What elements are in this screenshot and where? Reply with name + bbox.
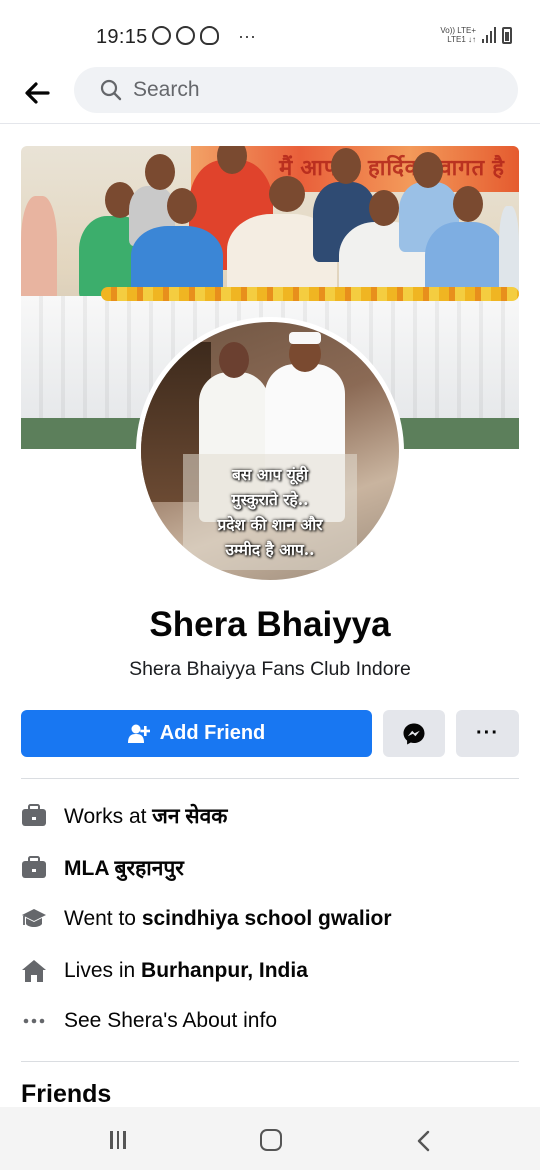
cover-person — [499, 206, 519, 296]
profile-picture[interactable]: बस आप यूंही मुस्कुराते रहे.. प्रदेश की श… — [136, 317, 404, 585]
notification-icon — [152, 26, 171, 45]
intro-position-row[interactable]: MLA बुरहानपुर — [21, 852, 184, 884]
more-dots-icon — [21, 1008, 47, 1034]
friends-heading: Friends — [21, 1080, 112, 1108]
system-navigation-bar — [0, 1107, 540, 1170]
intro-work-row[interactable]: Works at जन सेवक — [21, 800, 227, 832]
divider — [21, 778, 519, 779]
add-friend-button[interactable]: Add Friend — [21, 710, 372, 757]
notification-icon — [176, 26, 195, 45]
status-bar: 19:15 ··· Vo)) LTE+ LTE1 ↓↑ — [0, 0, 540, 70]
back-chevron-icon[interactable] — [414, 1129, 434, 1153]
cover-person-head — [269, 176, 305, 212]
cover-person — [21, 196, 57, 306]
cover-person-head — [453, 186, 483, 222]
notification-icon — [200, 26, 219, 45]
intro-education-row[interactable]: Went to scindhiya school gwalior — [21, 903, 392, 935]
notification-icons: ··· — [152, 26, 256, 45]
battery-icon — [502, 26, 512, 44]
profile-picture-cap — [289, 332, 321, 344]
cover-person-head — [331, 148, 361, 184]
profile-picture-quote: बस आप यूंही मुस्कुराते रहे.. प्रदेश की श… — [183, 454, 357, 570]
signal-icon — [482, 27, 496, 43]
network-label: Vo)) LTE+ LTE1 ↓↑ — [440, 26, 476, 44]
home-icon — [21, 958, 47, 984]
cover-person-head — [145, 154, 175, 190]
more-notifications-icon: ··· — [238, 25, 256, 46]
more-options-button[interactable]: ··· — [456, 710, 519, 757]
school-link[interactable]: scindhiya school gwalior — [142, 907, 392, 930]
home-button-icon[interactable] — [260, 1129, 282, 1151]
recent-apps-icon[interactable] — [110, 1131, 130, 1151]
profile-picture-head — [219, 342, 249, 378]
add-friend-label: Add Friend — [159, 722, 266, 744]
briefcase-icon — [21, 855, 47, 881]
profile-name: Shera Bhaiyya — [149, 605, 391, 644]
add-friend-icon — [127, 724, 150, 743]
cover-person-head — [369, 190, 399, 226]
cover-flowers — [101, 287, 519, 301]
see-about-info-row[interactable]: See Shera's About info — [21, 1005, 277, 1037]
cover-person-head — [167, 188, 197, 224]
back-arrow-icon[interactable] — [22, 78, 52, 108]
position-link[interactable]: MLA बुरहानपुर — [64, 857, 184, 880]
divider — [21, 1061, 519, 1062]
status-right: Vo)) LTE+ LTE1 ↓↑ — [440, 26, 512, 44]
search-placeholder: Search — [133, 78, 200, 101]
search-input[interactable]: Search — [74, 67, 518, 113]
profile-subtitle: Shera Bhaiyya Fans Club Indore — [129, 658, 411, 680]
workplace-link[interactable]: जन सेवक — [152, 805, 227, 828]
intro-location-row[interactable]: Lives in Burhanpur, India — [21, 955, 308, 987]
top-bar: Search — [0, 66, 540, 124]
messenger-icon — [403, 723, 425, 744]
cover-person-head — [413, 152, 443, 188]
briefcase-icon — [21, 803, 47, 829]
graduation-cap-icon — [21, 906, 47, 932]
messenger-button[interactable] — [383, 710, 445, 757]
profile-picture-image: बस आप यूंही मुस्कुराते रहे.. प्रदेश की श… — [141, 322, 399, 580]
status-time: 19:15 — [96, 26, 148, 48]
search-icon — [100, 79, 122, 101]
location-link[interactable]: Burhanpur, India — [141, 959, 308, 982]
see-about-info-link[interactable]: See Shera's About info — [64, 1009, 277, 1033]
cover-banner-text: मैं आपका हार्दिक स्वागत है — [279, 155, 505, 180]
